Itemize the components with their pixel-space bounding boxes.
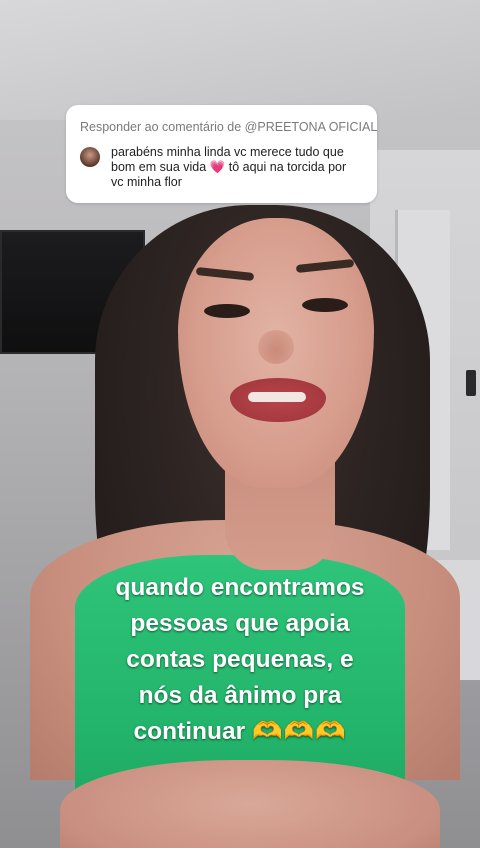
- heart-hands-emoji-icon: 🫶🫶🫶: [251, 718, 347, 745]
- teeth: [248, 392, 306, 402]
- left-eye: [204, 304, 250, 318]
- reply-body: parabéns minha linda vc merece tudo que …: [80, 145, 363, 190]
- caption-line-5: continuar 🫶🫶🫶: [40, 714, 440, 750]
- reply-header: Responder ao comentário de @PREETONA OFI…: [80, 120, 378, 134]
- light-switch: [466, 370, 476, 396]
- ceiling: [0, 0, 480, 120]
- caption-line-3: contas pequenas, e: [126, 646, 354, 673]
- caption-line-4: nós da ânimo pra: [138, 682, 342, 709]
- commenter-avatar-icon[interactable]: [80, 147, 100, 167]
- caption-line-5-text: continuar: [133, 718, 246, 745]
- comment-reply-card[interactable]: Responder ao comentário de @PREETONA OFI…: [66, 105, 377, 203]
- caption-line-1: quando encontramos: [115, 574, 365, 601]
- person-hands: [60, 760, 440, 848]
- pink-heart-icon: 💗: [209, 160, 226, 174]
- video-frame[interactable]: Responder ao comentário de @PREETONA OFI…: [0, 0, 480, 848]
- right-eye: [302, 298, 348, 312]
- comment-text: parabéns minha linda vc merece tudo que …: [111, 145, 361, 190]
- video-caption: quando encontramos pessoas que apoia con…: [40, 570, 440, 750]
- caption-line-2: pessoas que apoia: [130, 610, 350, 637]
- nose: [258, 330, 294, 364]
